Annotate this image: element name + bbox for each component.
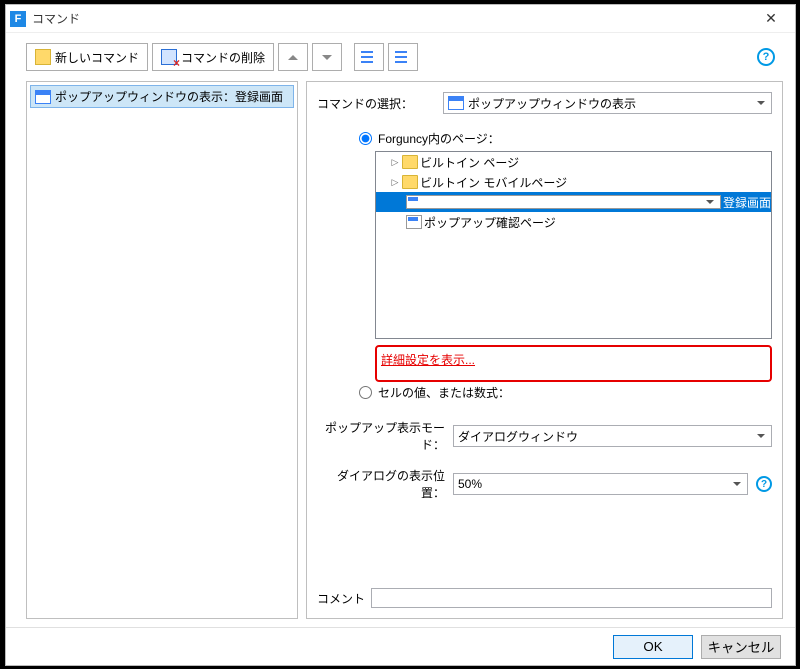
tree-page-popup-confirm[interactable]: ポップアップ確認ページ: [376, 212, 771, 232]
dialog-position-value: 50%: [458, 477, 482, 491]
body: ポップアップウィンドウの表示：登録画面 コマンドの選択： ポップアップウィンドウ…: [6, 81, 795, 627]
cell-formula-radio[interactable]: [359, 386, 372, 399]
list-icon: [361, 49, 377, 65]
command-select-dropdown[interactable]: ポップアップウィンドウの表示: [443, 92, 772, 114]
outline-list-icon: [395, 49, 411, 65]
move-down-button[interactable]: [312, 43, 342, 71]
expand-icon: ▷: [390, 157, 400, 168]
popup-window-icon: [35, 90, 51, 104]
command-list-item-label: ポップアップウィンドウの表示：登録画面: [55, 88, 283, 105]
tree-label: ビルトイン ページ: [420, 154, 519, 171]
help-button[interactable]: ?: [757, 48, 775, 66]
list-view-button-1[interactable]: [354, 43, 384, 71]
dialog-footer: OK キャンセル: [6, 627, 795, 665]
tree-label: 登録画面: [723, 194, 771, 211]
popup-mode-dropdown[interactable]: ダイアログウィンドウ: [453, 425, 772, 447]
command-select-value: ポップアップウィンドウの表示: [468, 95, 636, 112]
arrow-up-icon: [288, 55, 298, 60]
delete-command-label: コマンドの削除: [181, 49, 265, 66]
comment-label: コメント: [317, 590, 365, 607]
detail-settings-link[interactable]: 詳細設定を表示...: [381, 353, 475, 367]
popup-mode-label: ポップアップ表示モード：: [317, 419, 445, 453]
detail-settings-highlight: 詳細設定を表示...: [375, 345, 772, 382]
dialog-position-help-icon[interactable]: ?: [756, 476, 772, 492]
app-icon: F: [10, 11, 26, 27]
page-source-block: Forguncy内のページ： ▷ ビルトイン ページ ▷ ビルトイン モバイルペ…: [359, 130, 772, 405]
new-sparkle-icon: [35, 49, 51, 65]
cell-formula-radio-label: セルの値、または数式：: [378, 384, 510, 401]
folder-icon: [402, 175, 418, 189]
expand-icon: ▷: [390, 177, 400, 188]
page-radio-label: Forguncy内のページ：: [378, 130, 500, 147]
cancel-button[interactable]: キャンセル: [701, 635, 781, 659]
page-icon: [406, 195, 721, 209]
delete-command-button[interactable]: コマンドの削除: [152, 43, 274, 71]
new-command-button[interactable]: 新しいコマンド: [26, 43, 148, 71]
tree-folder-builtin[interactable]: ▷ ビルトイン ページ: [376, 152, 771, 172]
comment-row: コメント: [317, 588, 772, 608]
folder-icon: [402, 155, 418, 169]
command-detail-panel: コマンドの選択： ポップアップウィンドウの表示 Forguncy内のページ： ▷…: [306, 81, 783, 619]
list-view-button-2[interactable]: [388, 43, 418, 71]
command-list-panel: ポップアップウィンドウの表示：登録画面: [26, 81, 298, 619]
cell-radio-row: セルの値、または数式：: [359, 384, 772, 401]
popup-mode-row: ポップアップ表示モード： ダイアログウィンドウ: [317, 419, 772, 453]
tree-folder-builtin-mobile[interactable]: ▷ ビルトイン モバイルページ: [376, 172, 771, 192]
tree-label: ビルトイン モバイルページ: [420, 174, 567, 191]
titlebar: F コマンド ✕: [6, 5, 795, 33]
comment-input[interactable]: [371, 588, 772, 608]
window-title: コマンド: [32, 10, 751, 27]
tree-label: ポップアップ確認ページ: [424, 214, 556, 231]
move-up-button[interactable]: [278, 43, 308, 71]
page-tree[interactable]: ▷ ビルトイン ページ ▷ ビルトイン モバイルページ 登録画面: [375, 151, 772, 339]
command-select-row: コマンドの選択： ポップアップウィンドウの表示: [317, 92, 772, 114]
dialog-position-label: ダイアログの表示位置：: [317, 467, 445, 501]
ok-button[interactable]: OK: [613, 635, 693, 659]
command-select-label: コマンドの選択：: [317, 95, 437, 112]
popup-mode-value: ダイアログウィンドウ: [458, 428, 578, 445]
dialog-position-dropdown[interactable]: 50%: [453, 473, 748, 495]
page-icon: [406, 215, 422, 229]
page-radio[interactable]: [359, 132, 372, 145]
dialog-position-row: ダイアログの表示位置： 50% ?: [317, 467, 772, 501]
toolbar: 新しいコマンド コマンドの削除 ?: [6, 33, 795, 81]
popup-window-icon: [448, 96, 464, 110]
page-radio-row: Forguncy内のページ：: [359, 130, 772, 147]
tree-page-selected[interactable]: 登録画面: [376, 192, 771, 212]
new-command-label: 新しいコマンド: [55, 49, 139, 66]
close-button[interactable]: ✕: [751, 7, 791, 31]
delete-x-icon: [161, 49, 177, 65]
arrow-down-icon: [322, 55, 332, 60]
command-dialog: F コマンド ✕ 新しいコマンド コマンドの削除 ?: [5, 4, 796, 666]
command-list-item[interactable]: ポップアップウィンドウの表示：登録画面: [30, 85, 294, 108]
